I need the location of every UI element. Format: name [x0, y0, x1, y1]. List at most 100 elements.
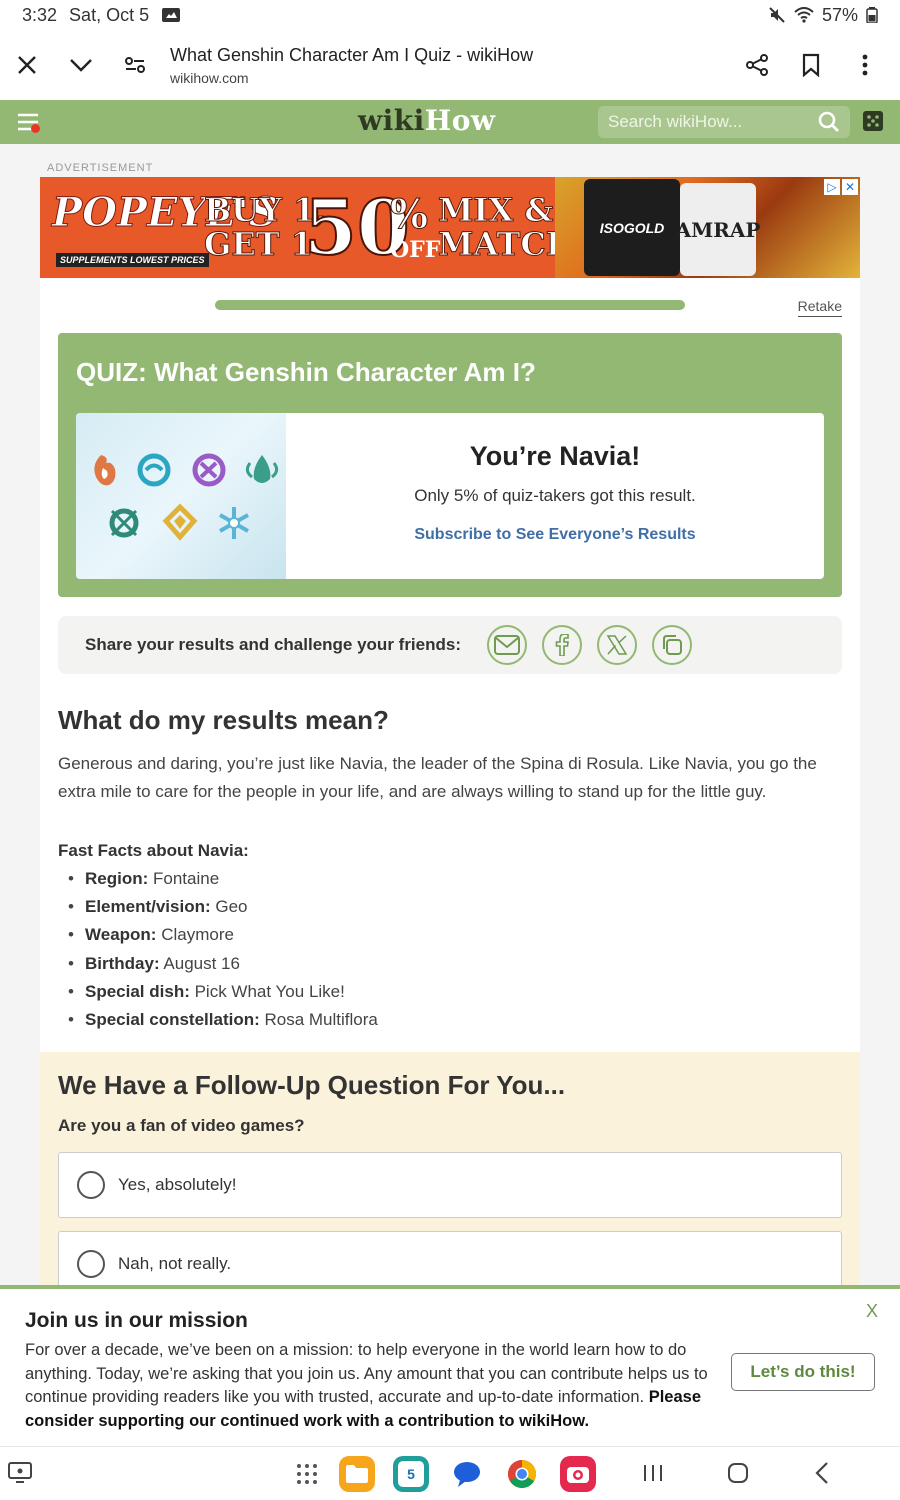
logo-wiki: wiki: [358, 104, 425, 137]
ad-off: OFF: [390, 237, 441, 263]
result-text: You’re Navia! Only 5% of quiz-takers got…: [286, 413, 824, 544]
answer-option-yes[interactable]: Yes, absolutely!: [58, 1152, 842, 1218]
adchoices-icon[interactable]: ▷: [824, 179, 840, 195]
quiz-progress-bar: [215, 300, 685, 310]
retake-link[interactable]: Retake: [797, 298, 842, 317]
advertisement-label: ADVERTISEMENT: [47, 162, 154, 174]
follow-up-section: We Have a Follow-Up Question For You... …: [40, 1052, 860, 1285]
dendro-icon: [109, 508, 139, 538]
results-meaning-paragraph: Generous and daring, you’re just like Na…: [58, 754, 817, 801]
messages-app-icon[interactable]: [449, 1456, 485, 1492]
list-item: Birthday: August 16: [68, 950, 378, 978]
share-facebook-button[interactable]: [542, 625, 582, 665]
cryo-icon: [219, 507, 249, 539]
results-meaning-heading: What do my results mean?: [58, 705, 389, 735]
fact-value: August 16: [159, 953, 240, 973]
status-time: 3:32: [22, 4, 58, 25]
x-twitter-icon: [606, 635, 628, 655]
close-tab-button[interactable]: [0, 38, 54, 92]
ad-close-icon[interactable]: ✕: [842, 179, 858, 195]
battery-percentage: 57%: [821, 4, 858, 25]
camera-app-icon[interactable]: [560, 1456, 596, 1492]
folder-icon: [346, 1465, 368, 1483]
back-icon[interactable]: [812, 1461, 832, 1485]
list-item: Special dish: Pick What You Like!: [68, 978, 378, 1006]
follow-up-heading: We Have a Follow-Up Question For You...: [58, 1070, 566, 1100]
screenshot-notification-icon: [161, 6, 181, 24]
genshin-elements-image: [76, 413, 286, 579]
fast-facts-list: Region: Fontaine Element/vision: Geo Wea…: [68, 865, 378, 1034]
chat-bubble-icon: [454, 1462, 480, 1487]
share-icon: [746, 54, 768, 76]
fact-value: Fontaine: [148, 869, 220, 888]
close-icon: [18, 56, 36, 74]
banner-close-button[interactable]: X: [866, 1301, 878, 1322]
fact-value: Pick What You Like!: [189, 981, 345, 1001]
calendar-day: 5: [398, 1461, 424, 1487]
tune-icon: [125, 57, 145, 73]
apps-grid-icon[interactable]: [296, 1463, 318, 1485]
ad-choices[interactable]: ▷ ✕: [824, 179, 858, 195]
ad-brand-sub: SUPPLEMENTS LOWEST PRICES: [56, 253, 209, 267]
chrome-app-icon[interactable]: [504, 1456, 540, 1492]
share-email-button[interactable]: [487, 625, 527, 665]
calendar-app-icon[interactable]: 5: [393, 1456, 429, 1492]
pyro-icon: [94, 455, 116, 486]
list-item: Special constellation: Rosa Multiflora: [68, 1006, 378, 1034]
contribute-button[interactable]: Let’s do this!: [731, 1353, 875, 1391]
result-character-name: You’re Navia!: [469, 441, 641, 471]
hydro-icon: [137, 453, 171, 487]
wikihow-logo[interactable]: wikiHow: [358, 104, 496, 137]
chevron-down-icon: [70, 59, 92, 72]
banner-body: For over a decade, we’ve been on a missi…: [25, 1339, 715, 1433]
fact-key: Element/vision:: [85, 897, 211, 917]
fact-value: Geo: [210, 897, 248, 917]
anemo-icon: [245, 455, 279, 483]
battery-icon: [866, 7, 878, 23]
status-bar: 3:32 Sat, Oct 5 57%: [0, 0, 900, 30]
fact-key: Weapon:: [85, 925, 157, 945]
ad-percent: %: [389, 191, 429, 239]
collapse-button[interactable]: [54, 38, 108, 92]
notification-dot: [31, 124, 40, 133]
fast-facts-title: Fast Facts about Navia:: [58, 841, 249, 860]
system-nav-bar: 5: [0, 1446, 900, 1500]
page-url: wikihow.com: [170, 69, 249, 86]
search-icon[interactable]: [818, 111, 840, 133]
search-placeholder: Search wikiHow...: [608, 112, 743, 131]
share-button[interactable]: [730, 38, 784, 92]
email-icon: [494, 635, 520, 655]
status-date: Sat, Oct 5: [69, 4, 150, 25]
fact-value: Rosa Multiflora: [259, 1010, 378, 1030]
home-icon[interactable]: [726, 1461, 750, 1485]
menu-button[interactable]: [0, 100, 56, 144]
result-panel: You’re Navia! Only 5% of quiz-takers got…: [76, 413, 824, 579]
element-symbols-icon: [94, 453, 279, 541]
copy-icon: [663, 635, 682, 655]
subscribe-link[interactable]: Subscribe to See Everyone’s Results: [286, 526, 824, 544]
copy-link-button[interactable]: [652, 625, 692, 665]
random-article-icon[interactable]: [862, 110, 884, 132]
banner-title: Join us in our mission: [25, 1309, 248, 1332]
answer-label: Yes, absolutely!: [118, 1175, 237, 1194]
advertisement-banner[interactable]: POPEYE'S SUPPLEMENTS LOWEST PRICES BUY 1…: [40, 177, 860, 278]
answer-option-no[interactable]: Nah, not really.: [58, 1231, 842, 1285]
search-input[interactable]: Search wikiHow...: [598, 106, 850, 138]
quiz-title: QUIZ: What Genshin Character Am I?: [76, 357, 536, 387]
site-header: wikiHow Search wikiHow...: [0, 100, 900, 144]
radio-button[interactable]: [77, 1250, 105, 1278]
recent-apps-icon[interactable]: [642, 1462, 664, 1484]
ad-product-amrap: AMRAP: [676, 183, 760, 276]
more-options-button[interactable]: [838, 38, 892, 92]
quiz-result-card: Retake QUIZ: What Genshin Character Am I…: [40, 278, 860, 1285]
my-files-app-icon[interactable]: [339, 1456, 375, 1492]
share-x-button[interactable]: [597, 625, 637, 665]
list-item: Weapon: Claymore: [68, 921, 378, 949]
bookmark-button[interactable]: [784, 38, 838, 92]
radio-button[interactable]: [77, 1171, 105, 1199]
quiz-header-box: QUIZ: What Genshin Character Am I? You’r…: [58, 333, 842, 597]
logo-how: How: [424, 104, 496, 137]
browser-tab-bar: What Genshin Character Am I Quiz - wikiH…: [0, 30, 900, 100]
taskbar-toggle-icon[interactable]: [8, 1462, 32, 1484]
site-settings-button[interactable]: [108, 38, 162, 92]
